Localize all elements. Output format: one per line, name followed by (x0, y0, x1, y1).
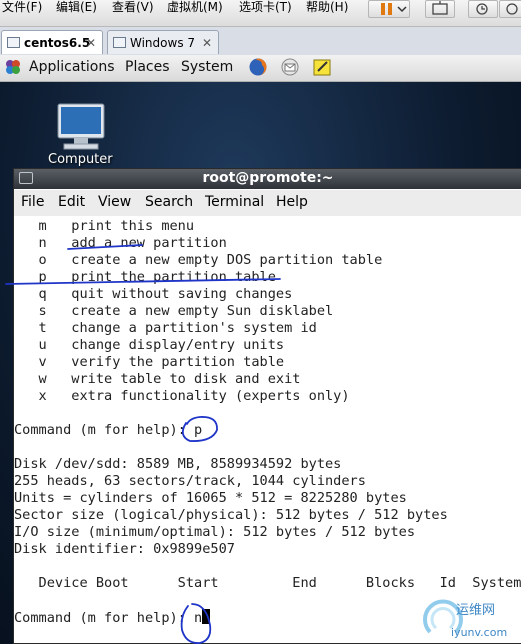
terminal-line: Units = cylinders of 16065 * 512 = 82252… (14, 490, 407, 506)
applications-icon (6, 60, 20, 74)
svg-text:iyunv.com: iyunv.com (451, 626, 507, 639)
close-icon[interactable]: ✕ (86, 31, 96, 55)
tab-label: centos6.5 (24, 36, 91, 50)
text-cursor (202, 609, 211, 624)
svg-text:运维网: 运维网 (456, 603, 495, 618)
terminal-line: 255 heads, 63 sectors/track, 1044 cylind… (14, 473, 366, 489)
terminal-line: Device Boot Start End Blocks Id System (14, 575, 521, 591)
terminal-line: Disk /dev/sdd: 8589 MB, 8589934592 bytes (14, 456, 342, 472)
vm-menu-file[interactable]: 文件(F) (2, 0, 42, 14)
terminal-line: s create a new empty Sun disklabel (14, 303, 334, 319)
terminal-prompt-text: Command (m for help): n (14, 610, 203, 626)
firefox-icon[interactable] (248, 57, 268, 77)
vm-menu-help[interactable]: 帮助(H) (306, 0, 348, 14)
vm-menu-tabs[interactable]: 选项卡(T) (239, 0, 292, 14)
menu-applications[interactable]: Applications (29, 59, 115, 75)
tab-centos[interactable]: centos6.5 ✕ (1, 30, 103, 54)
terminal-line: u change display/entry units (14, 337, 285, 353)
tab-label: Windows 7 (130, 36, 196, 50)
terminal-line: I/O size (minimum/optimal): 512 bytes / … (14, 524, 416, 540)
menu-file[interactable]: File (21, 194, 44, 210)
snapshot-button[interactable] (468, 0, 498, 18)
vm-menubar: 文件(F) 编辑(E) 查看(V) 虚拟机(M) 选项卡(T) 帮助(H) (0, 0, 521, 27)
note-icon[interactable] (312, 57, 332, 77)
computer-icon-label[interactable]: Computer (48, 152, 113, 167)
terminal-line: Command (m for help): p (14, 422, 203, 438)
menu-help[interactable]: Help (276, 194, 308, 210)
terminal-line: Sector size (logical/physical): 512 byte… (14, 507, 448, 523)
vm-menu-edit[interactable]: 编辑(E) (56, 0, 97, 14)
terminal-line: n add a new partition (14, 235, 227, 251)
menu-view[interactable]: View (98, 194, 131, 210)
terminal-line: o create a new empty DOS partition table (14, 252, 383, 268)
terminal-line: v verify the partition table (14, 354, 285, 370)
menu-search[interactable]: Search (145, 194, 193, 210)
pause-button[interactable] (368, 0, 410, 18)
close-icon[interactable]: ✕ (202, 31, 212, 55)
clock-icon (506, 3, 518, 15)
terminal-line: x extra functionality (experts only) (14, 388, 350, 404)
send-keys-button[interactable] (425, 0, 455, 18)
vm-tab-bar: centos6.5 ✕ Windows 7 ✕ (0, 27, 521, 56)
menu-terminal[interactable]: Terminal (205, 194, 264, 210)
terminal-line: Disk identifier: 0x9899e507 (14, 541, 235, 557)
menu-system[interactable]: System (181, 59, 233, 75)
snapshot-manager-button[interactable] (499, 0, 521, 18)
vm-icon (7, 37, 20, 48)
vm-menu-vm[interactable]: 虚拟机(M) (167, 0, 223, 14)
terminal-titlebar[interactable]: root@promote:~ (14, 169, 521, 189)
terminal-line: p print the partition table (14, 269, 276, 285)
terminal-output[interactable]: m print this menu n add a new partition … (14, 216, 521, 643)
vm-menu-view[interactable]: 查看(V) (112, 0, 154, 14)
vm-icon (113, 37, 126, 48)
menu-edit[interactable]: Edit (58, 194, 85, 210)
terminal-menubar: File Edit View Search Terminal Help (14, 190, 521, 217)
gnome-top-panel: Applications Places System (0, 55, 521, 82)
terminal-title: root@promote:~ (202, 170, 334, 186)
tab-windows7[interactable]: Windows 7 ✕ (107, 30, 219, 54)
terminal-line: m print this menu (14, 218, 195, 234)
terminal-window[interactable]: root@promote:~ File Edit View Search Ter… (13, 168, 521, 644)
terminal-line: q quit without saving changes (14, 286, 293, 302)
snapshot-icon (476, 3, 488, 15)
terminal-line: w write table to disk and exit (14, 371, 301, 387)
terminal-prompt-line[interactable]: Command (m for help): n (14, 609, 211, 627)
mail-icon[interactable] (280, 57, 300, 77)
menu-places[interactable]: Places (125, 59, 170, 75)
site-watermark-logo: 运维网 iyunv.com (423, 599, 507, 639)
keyboard-icon (432, 1, 448, 15)
terminal-line: t change a partition's system id (14, 320, 317, 336)
pause-icon (381, 3, 407, 15)
